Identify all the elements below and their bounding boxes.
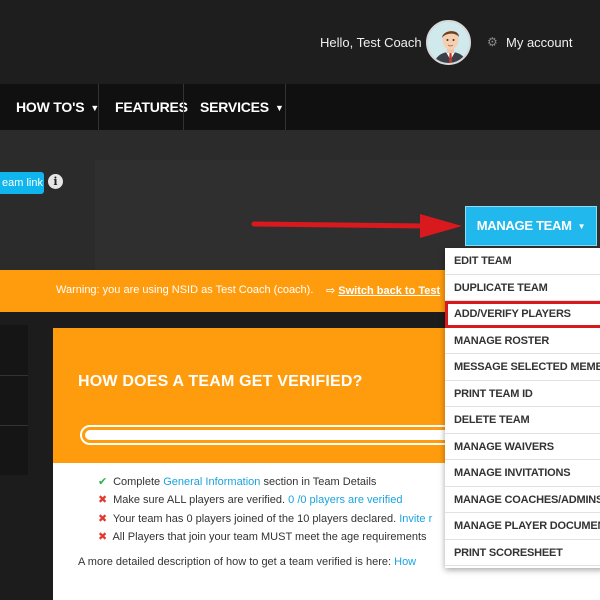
switch-back-link[interactable]: ⇨ Switch back to Test xyxy=(326,284,440,297)
how-link[interactable]: How xyxy=(394,556,416,568)
warning-text: Warning: you are using NSID as Test Coac… xyxy=(56,284,314,296)
checklist-item: ✖ Make sure ALL players are verified. 0 … xyxy=(98,493,402,506)
nav-item-label: FEATURES xyxy=(115,99,188,115)
greeting-text: Hello, Test Coach xyxy=(320,35,422,50)
menu-item-delete-team[interactable]: DELETE TEAM xyxy=(445,407,600,434)
verification-title: HOW DOES A TEAM GET VERIFIED? xyxy=(78,373,363,390)
sidebar-divider xyxy=(0,375,28,376)
manage-team-dropdown: EDIT TEAM DUPLICATE TEAM ADD/VERIFY PLAYER… xyxy=(445,248,600,568)
menu-item-message-selected-members[interactable]: MESSAGE SELECTED MEMBERS xyxy=(445,354,600,381)
main-nav: HOW TO'S ▼ FEATURES SERVICES ▼ xyxy=(0,84,600,130)
top-bar: Hello, Test Coach ⚙ My account xyxy=(0,0,600,84)
nav-item-label: SERVICES xyxy=(200,99,269,115)
nav-item-features[interactable]: FEATURES xyxy=(115,84,188,130)
nav-divider xyxy=(285,84,286,130)
nav-divider xyxy=(98,84,99,130)
switch-back-label: Switch back to Test xyxy=(338,285,441,297)
manage-team-label: MANAGE TEAM xyxy=(476,218,572,233)
sign-out-icon: ⇨ xyxy=(326,285,336,297)
menu-item-manage-coaches-admins[interactable]: MANAGE COACHES/ADMINS xyxy=(445,487,600,513)
checklist-item: ✔ Complete General Information section i… xyxy=(98,475,376,488)
nav-item-services[interactable]: SERVICES ▼ xyxy=(200,84,284,130)
annotation-arrow-icon xyxy=(251,214,462,238)
checklist-text: Make sure ALL players are verified. xyxy=(113,494,289,506)
gear-icon[interactable]: ⚙ xyxy=(487,36,499,48)
menu-item-edit-team[interactable]: EDIT TEAM xyxy=(445,248,600,275)
my-account-link[interactable]: My account xyxy=(506,35,572,50)
check-icon: ✔ xyxy=(98,476,108,488)
players-verified-link[interactable]: 0 /0 players are verified xyxy=(288,494,402,506)
team-link-button[interactable]: eam link xyxy=(0,172,44,194)
description-text: A more detailed description of how to ge… xyxy=(78,556,395,568)
cross-icon: ✖ xyxy=(98,494,108,506)
nav-item-label: HOW TO'S xyxy=(16,99,85,115)
menu-item-print-scoresheet[interactable]: PRINT SCORESHEET xyxy=(445,540,600,566)
checklist-text: section in Team Details xyxy=(260,476,377,488)
general-information-link[interactable]: General Information xyxy=(163,476,260,488)
menu-item-add-verify-players[interactable]: ADD/VERIFY PLAYERS xyxy=(445,301,600,328)
menu-item-manage-waivers[interactable]: MANAGE WAIVERS xyxy=(445,434,600,460)
menu-item-manage-roster[interactable]: MANAGE ROSTER xyxy=(445,328,600,354)
manage-team-button[interactable]: MANAGE TEAM ▼ xyxy=(465,206,597,246)
checklist-text: Your team has 0 players joined of the 10… xyxy=(112,513,400,525)
chevron-down-icon: ▼ xyxy=(274,103,284,113)
info-icon[interactable]: i xyxy=(48,174,63,189)
cross-icon: ✖ xyxy=(98,531,108,543)
left-sidebar xyxy=(0,325,28,475)
coach-avatar-icon xyxy=(428,22,469,63)
avatar[interactable] xyxy=(426,20,471,65)
cross-icon: ✖ xyxy=(98,513,108,525)
checklist-item: ✖ All Players that join your team MUST m… xyxy=(98,530,427,543)
checklist-item: ✖ Your team has 0 players joined of the … xyxy=(98,512,432,525)
menu-item-print-team-id[interactable]: PRINT TEAM ID xyxy=(445,381,600,407)
menu-item-manage-player-documents[interactable]: MANAGE PLAYER DOCUMENTS xyxy=(445,513,600,540)
menu-item-manage-invitations[interactable]: MANAGE INVITATIONS xyxy=(445,460,600,487)
caret-down-icon: ▼ xyxy=(577,222,586,231)
checklist-text: All Players that join your team MUST mee… xyxy=(112,531,427,543)
nav-item-how-tos[interactable]: HOW TO'S ▼ xyxy=(16,84,99,130)
menu-item-duplicate-team[interactable]: DUPLICATE TEAM xyxy=(445,275,600,301)
sidebar-divider xyxy=(0,425,28,426)
verification-description: A more detailed description of how to ge… xyxy=(78,556,416,568)
invite-link[interactable]: Invite r xyxy=(399,513,432,525)
checklist-text: Complete xyxy=(113,476,164,488)
nav-divider xyxy=(183,84,184,130)
progress-fill xyxy=(85,430,475,440)
verification-progress-bar xyxy=(80,425,480,445)
